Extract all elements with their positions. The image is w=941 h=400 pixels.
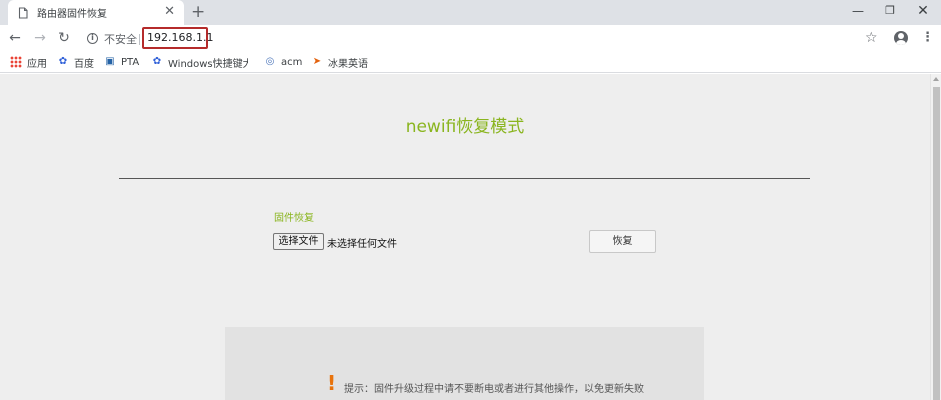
restore-window-icon[interactable]: ❐ — [875, 2, 905, 20]
acm-icon: ◎ — [265, 56, 275, 67]
section-label: 固件恢复 — [274, 213, 314, 224]
bookmark-label: acm — [281, 56, 303, 68]
divider — [119, 178, 810, 179]
warning-icon: ! — [327, 371, 337, 395]
tab-strip: 路由器固件恢复 ✕ + — ❐ ✕ — [0, 0, 941, 25]
notice-text: 提示：固件升级过程中请不要断电或者进行其他操作，以免更新失败 — [344, 384, 644, 395]
active-tab[interactable]: 路由器固件恢复 ✕ — [8, 0, 184, 25]
new-tab-button[interactable]: + — [191, 3, 205, 21]
bookmark-apps[interactable]: 应用 — [10, 55, 47, 70]
page-content: newifi恢复模式 固件恢复 选择文件 未选择任何文件 恢复 ! 提示：固件升… — [0, 74, 930, 400]
info-icon[interactable]: i — [87, 33, 98, 44]
profile-avatar-icon[interactable] — [894, 31, 908, 45]
bookmark-windows-shortcuts[interactable]: ✿ Windows快捷键大全 — [151, 55, 248, 70]
menu-kebab-icon[interactable]: ⋮ — [921, 29, 934, 47]
scrollbar[interactable] — [930, 74, 941, 400]
bookmark-star-icon[interactable]: ☆ — [865, 29, 878, 47]
baidu-paw-icon: ✿ — [58, 56, 68, 67]
bingguo-icon: ➤ — [312, 56, 322, 67]
close-window-icon[interactable]: ✕ — [908, 2, 938, 20]
bookmark-label: Windows快捷键大全 — [168, 58, 248, 70]
bookmark-label: PTA — [121, 56, 140, 68]
scroll-up-arrow-icon[interactable] — [933, 77, 939, 81]
choose-file-button[interactable]: 选择文件 — [273, 233, 324, 250]
page-icon — [18, 6, 28, 19]
baidu-paw-icon: ✿ — [152, 56, 162, 67]
bookmark-label: 应用 — [27, 58, 47, 70]
apps-grid-icon — [10, 56, 22, 68]
bookmark-baidu[interactable]: ✿ 百度 — [57, 55, 94, 70]
notice-panel: ! 提示：固件升级过程中请不要断电或者进行其他操作，以免更新失败 — [225, 327, 704, 400]
bookmark-pta[interactable]: ▣ PTA — [104, 55, 139, 69]
bookmark-bingguo[interactable]: ➤ 冰果英语 — [311, 55, 368, 70]
minimize-icon[interactable]: — — [843, 2, 873, 20]
file-status: 未选择任何文件 — [327, 239, 397, 250]
bookmark-label: 冰果英语 — [328, 58, 368, 70]
scrollbar-thumb[interactable] — [933, 87, 940, 400]
toolbar: ← → ↻ i 不安全 192.168.1.1 ☆ ⋮ — [0, 25, 941, 52]
forward-arrow-icon[interactable]: → — [31, 29, 49, 47]
close-tab-icon[interactable]: ✕ — [164, 5, 175, 19]
bookmark-label: 百度 — [74, 58, 94, 70]
bookmark-acm[interactable]: ◎ acm — [264, 55, 303, 69]
security-label[interactable]: 不安全 — [104, 31, 137, 47]
restore-button[interactable]: 恢复 — [589, 230, 656, 253]
address-bar[interactable]: 192.168.1.1 — [147, 31, 213, 44]
pta-icon: ▣ — [105, 56, 115, 67]
url-separator — [139, 34, 140, 45]
back-arrow-icon[interactable]: ← — [6, 29, 24, 47]
reload-icon[interactable]: ↻ — [55, 29, 73, 47]
bookmarks-bar: 应用 ✿ 百度 ▣ PTA ✿ Windows快捷键大全 ◎ acm ➤ 冰果英… — [0, 52, 941, 73]
tab-title: 路由器固件恢复 — [37, 9, 107, 20]
page-title: newifi恢复模式 — [405, 117, 525, 137]
